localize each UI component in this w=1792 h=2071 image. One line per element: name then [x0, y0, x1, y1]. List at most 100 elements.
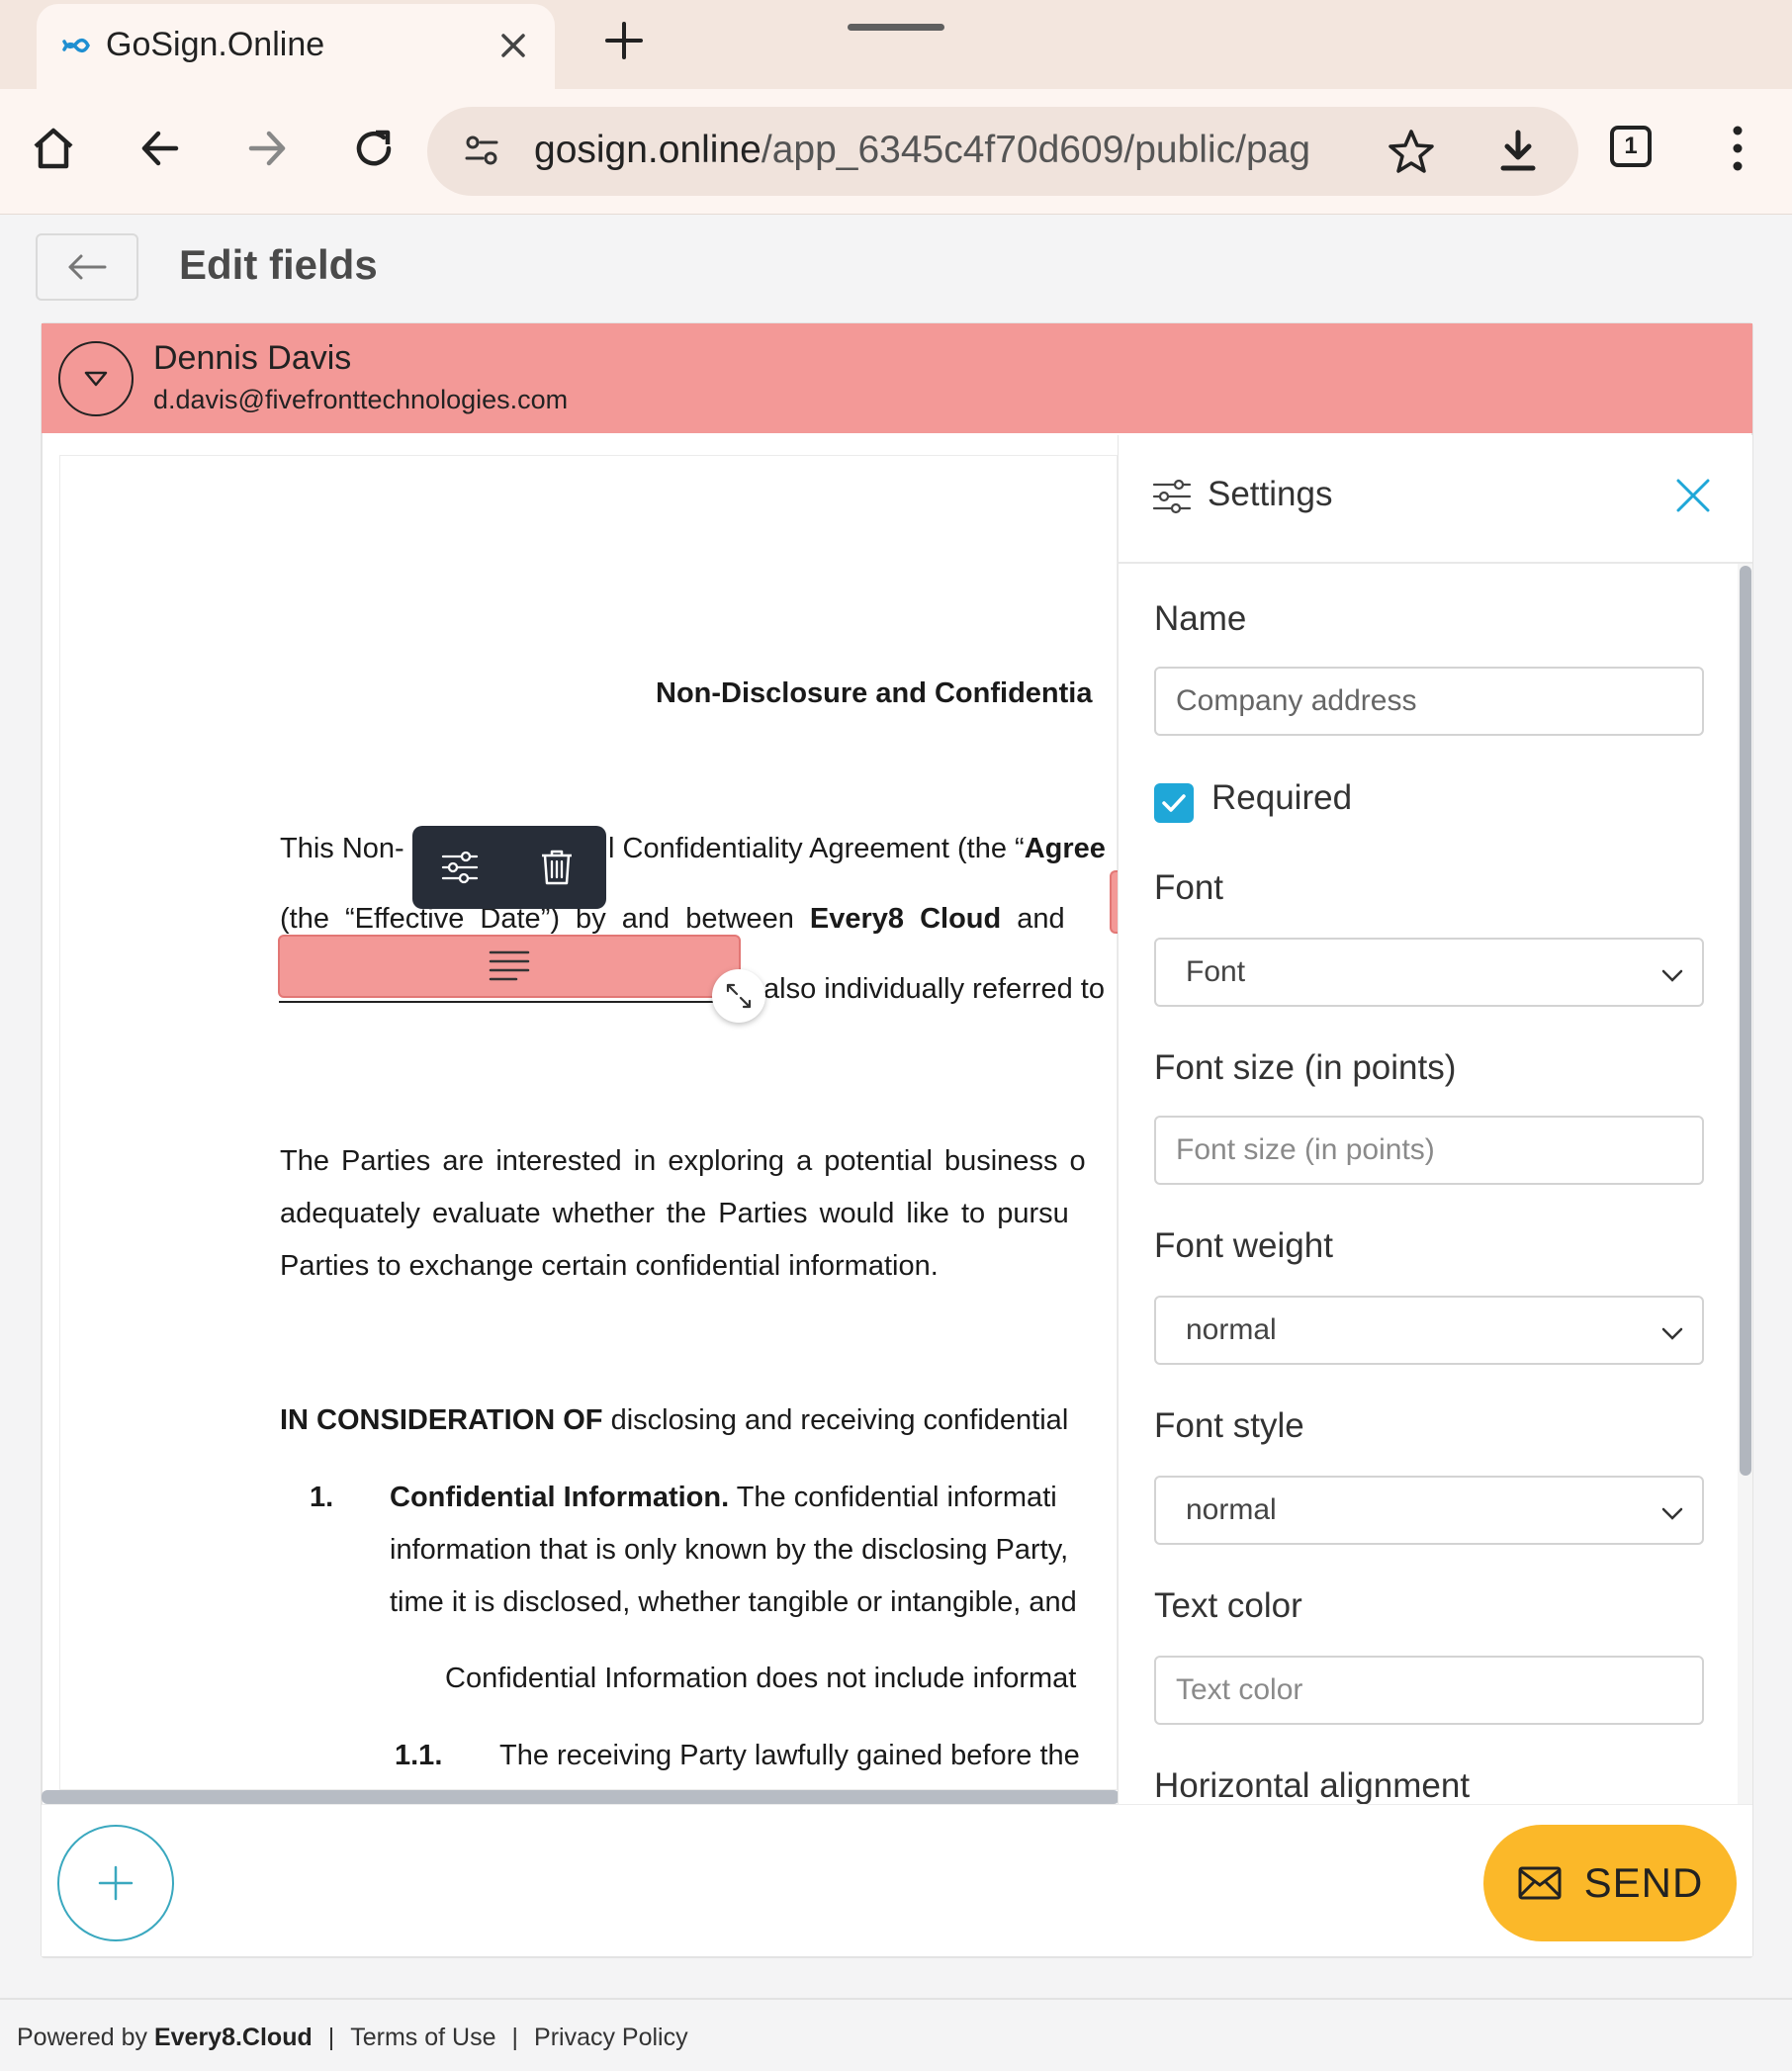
- action-bar: SEND: [42, 1804, 1752, 1956]
- download-icon[interactable]: [1493, 127, 1543, 176]
- settings-header: Settings: [1119, 435, 1752, 564]
- doc-line: (the “Effective Date”) by and between Ev…: [280, 903, 1065, 936]
- chevron-down-icon: [1661, 969, 1683, 982]
- signer-email: d.davis@fivefronttechnologies.com: [153, 385, 569, 414]
- arrow-left-icon: [68, 254, 107, 280]
- tab-title: GoSign.Online: [106, 26, 325, 63]
- doc-text: l Confidentiality Agreement (the “: [608, 833, 1025, 864]
- resize-handle[interactable]: [712, 969, 765, 1023]
- doc-line: IN CONSIDERATION OF disclosing and recei…: [280, 1404, 1068, 1437]
- field-underline: [279, 1001, 714, 1003]
- doc-line: This Non-: [280, 833, 404, 865]
- doc-line: time it is disclosed, whether tangible o…: [390, 1586, 1077, 1618]
- new-tab-icon[interactable]: [601, 18, 647, 63]
- privacy-link[interactable]: Privacy Policy: [534, 2024, 688, 2051]
- font-style-select[interactable]: normal: [1154, 1476, 1704, 1545]
- page-title: Edit fields: [179, 241, 378, 288]
- horizontal-alignment-label: Horizontal alignment: [1154, 1766, 1471, 1804]
- browser-tab[interactable]: GoSign.Online: [37, 4, 555, 89]
- checkmark-icon: [1162, 794, 1186, 812]
- back-nav-button[interactable]: [131, 119, 190, 178]
- sliders-icon: [441, 851, 479, 884]
- bookmark-star-icon[interactable]: [1387, 127, 1436, 176]
- font-weight-value: normal: [1186, 1313, 1277, 1346]
- required-label[interactable]: Required: [1211, 778, 1352, 818]
- resize-icon: [726, 983, 752, 1009]
- font-size-label: Font size (in points): [1154, 1048, 1457, 1087]
- doc-line: also individually referred to: [763, 973, 1105, 1005]
- footer: Powered by Every8.Cloud | Terms of Use | Pri…: [0, 1998, 1792, 2071]
- font-label: Font: [1154, 868, 1224, 907]
- close-icon[interactable]: [1672, 475, 1714, 516]
- field-settings-button[interactable]: [436, 844, 484, 891]
- signer-name: Dennis Davis: [153, 339, 352, 377]
- arrow-right-icon: [248, 131, 286, 166]
- doc-line: The Parties are interested in exploring …: [280, 1145, 1086, 1177]
- chevron-down-icon: [1661, 1507, 1683, 1520]
- text-color-label: Text color: [1154, 1586, 1302, 1625]
- font-select[interactable]: Font: [1154, 938, 1704, 1007]
- home-button[interactable]: [24, 119, 83, 178]
- more-options-icon[interactable]: [1721, 119, 1754, 178]
- field-delete-button[interactable]: [533, 844, 581, 891]
- envelope-icon: [1518, 1866, 1562, 1900]
- browser-toolbar: gosign.online/app_6345c4f70d609/public/p…: [0, 89, 1792, 215]
- powered-by-link[interactable]: Every8.Cloud: [154, 2024, 313, 2051]
- footer-separator: |: [327, 2024, 335, 2051]
- font-size-input[interactable]: Font size (in points): [1154, 1116, 1704, 1185]
- tab-switcher-button[interactable]: 1: [1610, 126, 1652, 167]
- doc-text-bold: IN CONSIDERATION OF: [280, 1404, 603, 1436]
- name-label: Name: [1154, 599, 1247, 638]
- doc-line: information that is only known by the di…: [390, 1534, 1069, 1566]
- doc-text: This Non-: [280, 833, 404, 864]
- terms-link[interactable]: Terms of Use: [350, 2024, 495, 2051]
- text-lines-icon: [489, 950, 530, 981]
- settings-panel: Settings Name Company address Required F…: [1118, 435, 1752, 1804]
- reload-button[interactable]: [344, 119, 403, 178]
- doc-text-bold: Every8 Cloud: [809, 903, 1002, 935]
- doc-line: l Confidentiality Agreement (the “Agree: [608, 833, 1106, 865]
- doc-text-bold: Agree: [1024, 833, 1106, 864]
- address-bar[interactable]: gosign.online/app_6345c4f70d609/public/p…: [427, 107, 1578, 196]
- font-weight-label: Font weight: [1154, 1226, 1333, 1265]
- font-style-value: normal: [1186, 1493, 1277, 1526]
- horizontal-scrollbar[interactable]: [42, 1790, 1120, 1804]
- signer-bar[interactable]: Dennis Davis d.davis@fivefronttechnologi…: [42, 323, 1752, 433]
- add-field-button[interactable]: [57, 1825, 174, 1941]
- gosign-favicon-icon: [62, 38, 90, 53]
- signer-select-button[interactable]: [58, 341, 134, 416]
- send-button[interactable]: SEND: [1483, 1825, 1737, 1941]
- reload-icon: [356, 130, 392, 166]
- font-select-value: Font: [1186, 955, 1246, 988]
- font-style-label: Font style: [1154, 1406, 1304, 1445]
- sliders-icon: [1152, 479, 1192, 514]
- forward-nav-button[interactable]: [237, 119, 297, 178]
- home-icon: [34, 128, 73, 169]
- browser-tab-strip: GoSign.Online: [0, 0, 1792, 89]
- text-color-input[interactable]: Text color: [1154, 1656, 1704, 1725]
- required-checkbox[interactable]: [1154, 783, 1194, 823]
- back-button[interactable]: [36, 233, 138, 301]
- name-input[interactable]: Company address: [1154, 667, 1704, 736]
- triangle-down-icon: [84, 371, 108, 387]
- footer-separator: |: [511, 2024, 519, 2051]
- url-domain: gosign.online: [534, 129, 762, 171]
- doc-line: Confidential Information does not includ…: [445, 1663, 1077, 1694]
- chevron-down-icon: [1661, 1327, 1683, 1340]
- doc-text: disclosing and receiving confidential: [602, 1404, 1069, 1436]
- settings-scrollbar[interactable]: [1740, 566, 1751, 1476]
- doc-text: and: [1001, 903, 1065, 935]
- field-toolbar: [412, 826, 606, 909]
- site-settings-icon[interactable]: [461, 131, 502, 172]
- font-weight-select[interactable]: normal: [1154, 1296, 1704, 1365]
- company-address-field[interactable]: [278, 935, 741, 998]
- settings-title: Settings: [1208, 475, 1333, 513]
- tab-close-icon[interactable]: [493, 22, 533, 69]
- drag-handle[interactable]: [848, 24, 944, 31]
- arrow-left-icon: [141, 131, 179, 166]
- doc-line: Parties to exchange certain confidential…: [280, 1250, 939, 1282]
- document-heading: Non-Disclosure and Confidentia: [656, 677, 1093, 709]
- doc-line: Confidential Information. The confidenti…: [390, 1482, 1057, 1514]
- list-number: 1.1.: [395, 1740, 443, 1771]
- url-path: /app_6345c4f70d609/public/pag: [761, 129, 1311, 171]
